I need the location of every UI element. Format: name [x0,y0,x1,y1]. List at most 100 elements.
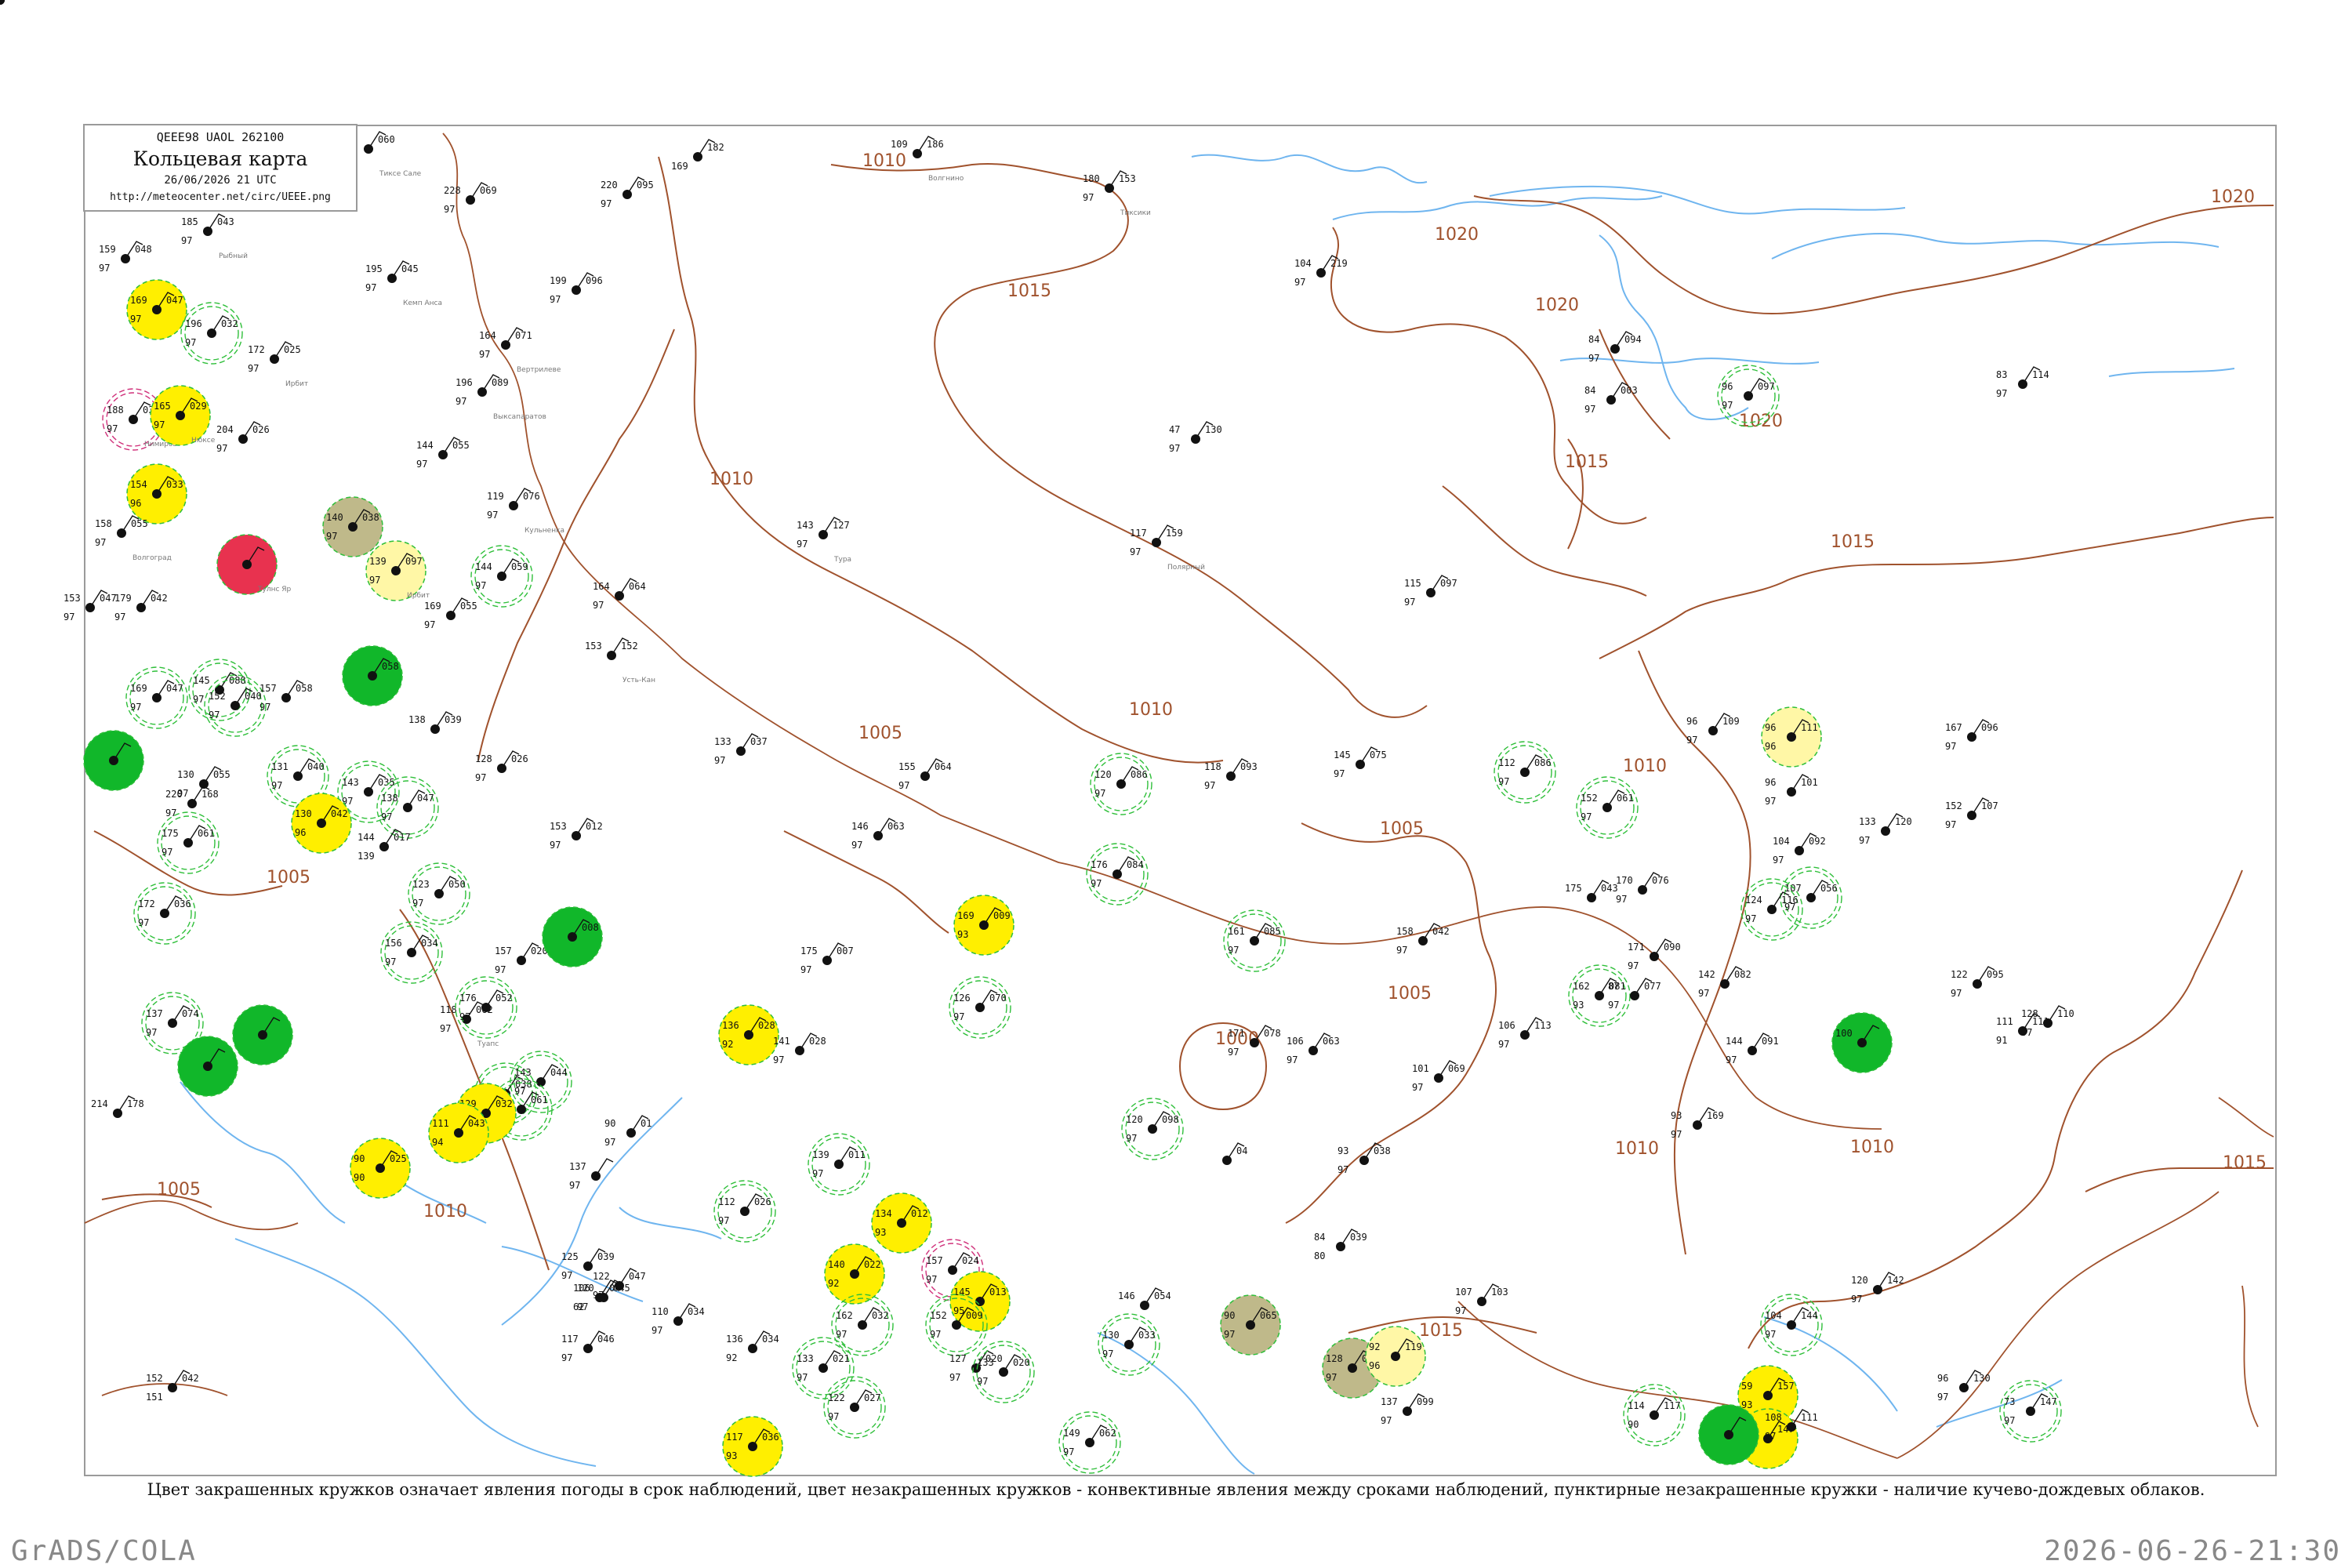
pressure-value: 086 [1131,769,1148,780]
pressure-value: 114 [2032,369,2049,380]
temperature-value: 107 [1784,883,1802,894]
temperature-value: 84 [1588,334,1599,345]
pressure-value: 047 [417,793,434,804]
temperature-value: 111 [1996,1016,2013,1027]
dewpoint-value: 97 [1063,1446,1074,1457]
dewpoint-value: 97 [107,423,118,434]
pressure-value: 008 [582,922,599,933]
dewpoint-value: 97 [1334,768,1345,779]
dewpoint-value: 92 [722,1039,733,1050]
dewpoint-value: 97 [475,772,486,783]
temperature-value: 127 [949,1353,967,1364]
pressure-value: 152 [621,641,638,652]
dewpoint-value: 93 [726,1450,737,1461]
dewpoint-value: 97 [1584,404,1595,415]
pressure-value: 063 [1323,1036,1340,1047]
pressure-value: 045 [401,263,419,274]
temperature-value: 100 [1835,1028,1853,1039]
station-plot: 111 94 043 [428,1102,489,1163]
pressure-value: 003 [1621,385,1638,396]
pressure-value: 039 [597,1251,615,1262]
pressure-value: 038 [362,512,379,523]
temperature-value: 59 [1741,1381,1752,1392]
temperature-value: 106 [1287,1036,1304,1047]
temperature-value: 141 [773,1036,790,1047]
dewpoint-value: 97 [1996,388,2007,399]
pressure-value: 084 [1127,859,1144,870]
temperature-value: 158 [95,518,112,529]
temperature-value: 122 [1951,969,1968,980]
temperature-value: 204 [216,424,234,435]
temperature-value: 152 [1581,793,1598,804]
isobar-label: 1015 [1419,1321,1463,1341]
isobar-label: 1020 [1739,412,1783,431]
pressure-value: 026 [511,753,528,764]
temperature-value: 144 [416,440,434,451]
pressure-value: 065 [1260,1310,1277,1321]
dewpoint-value: 80 [1314,1250,1325,1261]
pressure-value: 063 [887,821,905,832]
temperature-value: 185 [181,216,198,227]
temperature-value: 93 [1671,1110,1682,1121]
temperature-value: 167 [1945,722,1962,733]
dewpoint-value: 97 [260,702,270,713]
temperature-value: 164 [479,330,496,341]
temperature-value: 156 [385,938,402,949]
dewpoint-value: 97 [561,1352,572,1363]
station-name: Кемп Анса [403,299,442,307]
station-plot: 169 93 009 [953,895,1014,956]
temperature-value: 145 [1334,750,1351,760]
map-date: 26/06/2026 21 UTC [164,174,277,187]
temperature-value: 96 [1765,722,1776,733]
isobar-label: 1010 [862,151,906,171]
isobar-label: 1015 [1007,281,1051,301]
dewpoint-value: 97 [836,1329,847,1340]
pressure-value: 056 [1820,883,1838,894]
footer-credit: GrADS/COLA [11,1535,197,1567]
temperature-value: 137 [1381,1396,1398,1407]
pressure-value: 047 [166,295,183,306]
pressure-value: 096 [1981,722,1998,733]
temperature-value: 153 [64,593,81,604]
pressure-value: 097 [1758,381,1775,392]
bulletin-code: QEEE98 UAOL 262100 [156,130,285,144]
pressure-value: 107 [1981,800,1998,811]
dewpoint-value: 97 [1628,960,1639,971]
dewpoint-value: 97 [271,780,282,791]
isobar-label: 1020 [1535,296,1579,315]
temperature-value: 153 [550,821,567,832]
temperature-value: 139 [812,1149,829,1160]
dewpoint-value: 91 [1996,1035,2007,1046]
temperature-value: 196 [456,377,473,388]
temperature-value: 138 [408,714,426,725]
dewpoint-value: 139 [358,851,375,862]
dewpoint-value: 97 [440,1023,451,1034]
temperature-value: 110 [652,1306,669,1317]
dewpoint-value: 97 [1722,400,1733,411]
temperature-value: 130 [295,808,312,819]
dewpoint-value: 96 [130,498,141,509]
isobar-label: 1005 [858,724,902,743]
temperature-value: 144 [1726,1036,1743,1047]
station-plot: 140 97 038 [322,496,383,557]
isobar-label: 1010 [1129,700,1173,720]
dewpoint-value: 97 [444,204,455,215]
temperature-value: 179 [114,593,132,604]
map-url[interactable]: http://meteocenter.net/circ/UEEE.png [85,191,356,203]
pressure-value: 077 [1644,981,1661,992]
pressure-value: 061 [1617,793,1634,804]
temperature-value: 73 [2004,1396,2015,1407]
dewpoint-value: 97 [456,396,466,407]
dewpoint-value: 97 [569,1180,580,1191]
pressure-value: 026 [252,424,270,435]
pressure-value: 085 [1264,926,1281,937]
temperature-value: 133 [797,1353,814,1364]
pressure-value: 095 [1987,969,2004,980]
station-name: Тура [833,556,851,564]
dewpoint-value: 97 [1126,1133,1137,1144]
pressure-value: 094 [1624,334,1642,345]
temperature-value: 161 [1228,926,1245,937]
pressure-value: 117 [1664,1400,1681,1411]
temperature-value: 169 [130,683,147,694]
dewpoint-value: 97 [953,1011,964,1022]
